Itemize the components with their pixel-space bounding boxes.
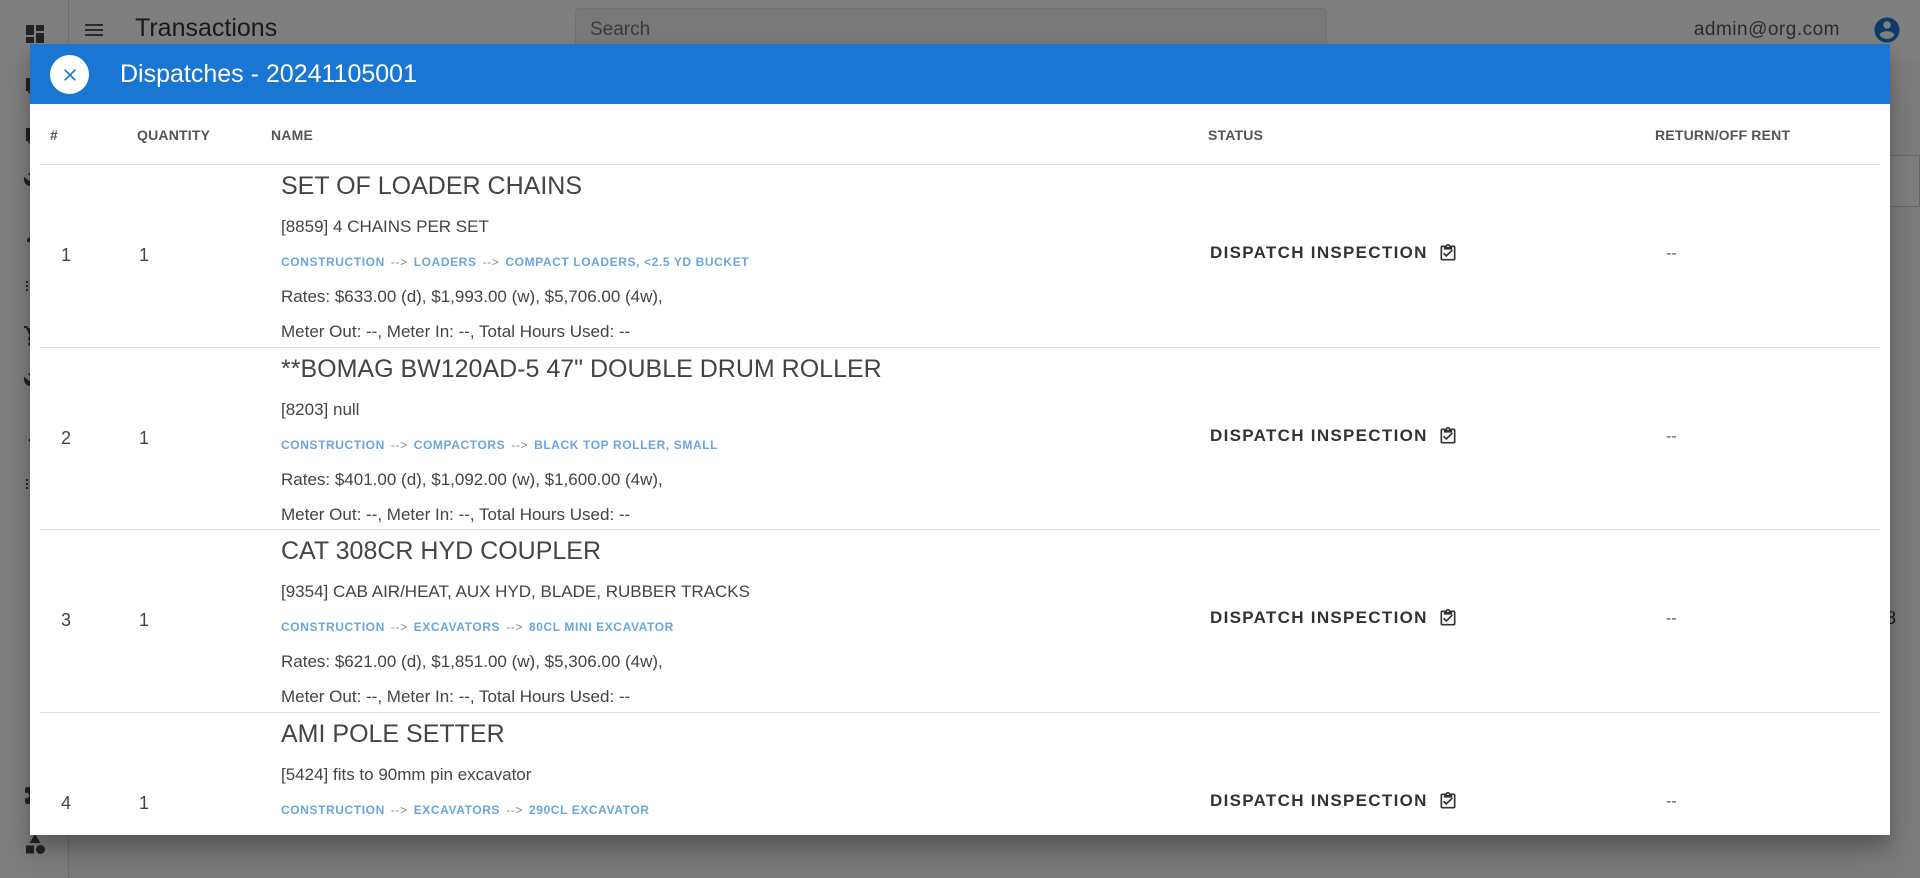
breadcrumb-link[interactable]: EXCAVATORS — [414, 803, 500, 817]
dialog-title: Dispatches - 20241105001 — [120, 60, 417, 88]
row-quantity: 1 — [139, 792, 150, 813]
status-label: DISPATCH INSPECTION — [1210, 608, 1428, 627]
breadcrumb-link[interactable]: CONSTRUCTION — [281, 803, 385, 817]
item-description: [5424] fits to 90mm pin excavator — [281, 764, 532, 784]
item-meter: Meter Out: --, Meter In: --, Total Hours… — [281, 322, 631, 341]
dispatch-inspection-button[interactable]: DISPATCH INSPECTION — [1210, 791, 1458, 811]
item-meter: Meter Out: --, Meter In: --, Total Hours… — [281, 687, 631, 706]
item-name: **BOMAG BW120AD-5 47" DOUBLE DRUM ROLLER — [281, 354, 882, 383]
breadcrumb-link[interactable]: 80CL MINI EXCAVATOR — [529, 620, 674, 634]
breadcrumb-separator: --> — [482, 255, 500, 269]
return-off-rent: -- — [1666, 792, 1677, 810]
breadcrumb-link[interactable]: CONSTRUCTION — [281, 620, 385, 634]
row-quantity: 1 — [139, 610, 150, 630]
dispatches-table: # QUANTITY NAME STATUS RETURN/OFF RENT 1… — [40, 104, 1880, 835]
breadcrumb-link[interactable]: 290CL EXCAVATOR — [529, 803, 650, 817]
item-meter: Meter Out: --, Meter In: --, Total Hours… — [281, 504, 631, 524]
clipboard-check-icon — [1440, 791, 1456, 808]
table-row: 4 1 AMI POLE SETTER [5424] fits to 90mm … — [40, 713, 1880, 836]
breadcrumb-link[interactable]: BLACK TOP ROLLER, SMALL — [534, 438, 718, 452]
table-body: 1 1 SET OF LOADER CHAINS [8859] 4 CHAINS… — [40, 165, 1880, 835]
item-rates: Rates: $401.00 (d), $1,092.00 (w), $1,60… — [281, 469, 663, 489]
item-description: [9354] CAB AIR/HEAT, AUX HYD, BLADE, RUB… — [281, 582, 750, 601]
breadcrumb-separator: --> — [390, 255, 408, 269]
item-name: SET OF LOADER CHAINS — [281, 172, 582, 200]
breadcrumb-separator: --> — [390, 620, 408, 634]
clipboard-check-icon — [1440, 243, 1456, 261]
category-breadcrumb: CONSTRUCTION --> COMPACTORS --> BLACK TOP RO… — [281, 438, 718, 452]
category-breadcrumb: CONSTRUCTION --> EXCAVATORS --> 290CL EXCAVA… — [281, 803, 650, 817]
table-header: # QUANTITY NAME STATUS RETURN/OFF RENT — [40, 104, 1880, 165]
breadcrumb-link[interactable]: CONSTRUCTION — [281, 438, 385, 452]
row-quantity: 1 — [139, 427, 150, 448]
row-number: 1 — [61, 245, 72, 265]
item-description: [8859] 4 CHAINS PER SET — [281, 217, 489, 236]
table-row: 3 1 CAT 308CR HYD COUPLER [9354] CAB AIR… — [40, 530, 1880, 713]
breadcrumb-link[interactable]: CONSTRUCTION — [281, 255, 385, 269]
item-description: [8203] null — [281, 399, 360, 419]
table-row: 2 1 **BOMAG BW120AD-5 47" DOUBLE DRUM RO… — [40, 348, 1880, 530]
breadcrumb-link[interactable]: LOADERS — [414, 255, 477, 269]
dispatch-inspection-button[interactable]: DISPATCH INSPECTION — [1210, 243, 1458, 263]
breadcrumb-link[interactable]: COMPACT LOADERS, <2.5 YD BUCKET — [505, 255, 749, 269]
dispatch-inspection-button[interactable]: DISPATCH INSPECTION — [1210, 426, 1458, 446]
return-off-rent: -- — [1666, 427, 1677, 445]
clipboard-check-icon — [1440, 608, 1456, 626]
column-header-status[interactable]: STATUS — [1208, 127, 1263, 143]
breadcrumb-separator: --> — [506, 802, 523, 817]
item-name: AMI POLE SETTER — [281, 719, 505, 748]
category-breadcrumb: CONSTRUCTION --> LOADERS --> COMPACT LOADERS… — [281, 255, 749, 269]
breadcrumb-link[interactable]: COMPACTORS — [414, 438, 506, 452]
return-off-rent: -- — [1666, 245, 1677, 262]
row-number: 3 — [61, 610, 72, 630]
column-header-return[interactable]: RETURN/OFF RENT — [1655, 127, 1790, 143]
dispatch-inspection-button[interactable]: DISPATCH INSPECTION — [1210, 608, 1458, 628]
column-header-quantity[interactable]: QUANTITY — [137, 127, 210, 143]
column-header-num: # — [50, 127, 58, 143]
column-header-name[interactable]: NAME — [271, 127, 313, 143]
breadcrumb-separator: --> — [506, 620, 523, 634]
return-off-rent: -- — [1666, 610, 1677, 627]
breadcrumb-link[interactable]: EXCAVATORS — [414, 620, 500, 634]
close-button[interactable] — [50, 55, 89, 94]
item-name: CAT 308CR HYD COUPLER — [281, 537, 601, 565]
item-rates: Rates: $633.00 (d), $1,993.00 (w), $5,70… — [281, 287, 663, 306]
breadcrumb-separator: --> — [511, 437, 529, 452]
breadcrumb-separator: --> — [390, 802, 408, 817]
dispatches-dialog: Dispatches - 20241105001 # QUANTITY NAME… — [30, 44, 1890, 835]
category-breadcrumb: CONSTRUCTION --> EXCAVATORS --> 80CL MINI EX… — [281, 620, 674, 634]
clipboard-check-icon — [1440, 426, 1456, 443]
close-icon — [63, 68, 76, 81]
dialog-header: Dispatches - 20241105001 — [30, 44, 1890, 104]
row-number: 2 — [61, 427, 72, 448]
status-label: DISPATCH INSPECTION — [1210, 790, 1428, 810]
row-number: 4 — [61, 792, 72, 813]
status-label: DISPATCH INSPECTION — [1210, 425, 1428, 445]
table-row: 1 1 SET OF LOADER CHAINS [8859] 4 CHAINS… — [40, 165, 1880, 348]
status-label: DISPATCH INSPECTION — [1210, 243, 1428, 262]
row-quantity: 1 — [139, 245, 150, 265]
item-rates: Rates: $621.00 (d), $1,851.00 (w), $5,30… — [281, 652, 663, 671]
breadcrumb-separator: --> — [390, 437, 408, 452]
